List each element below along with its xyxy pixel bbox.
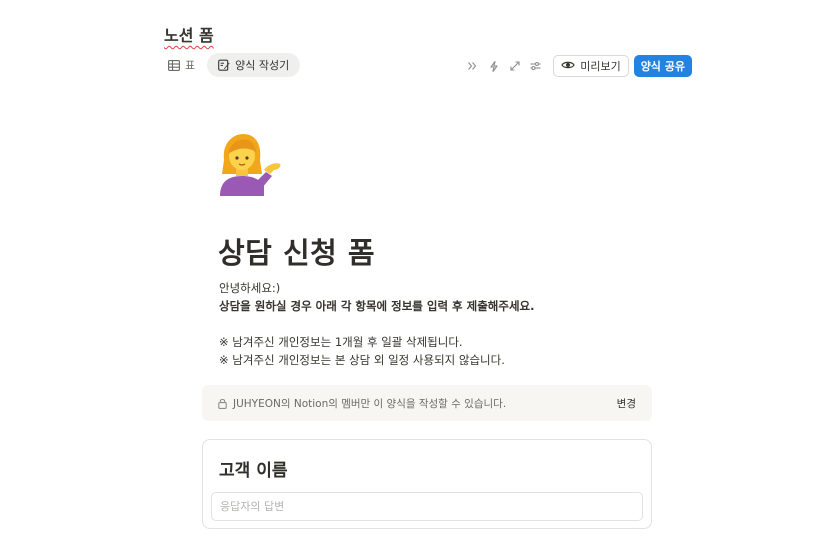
view-tabs: 표 양식 작성기 (162, 53, 301, 77)
form-title[interactable]: 상담 신청 폼 (218, 230, 375, 272)
share-form-button[interactable]: 양식 공유 (633, 55, 692, 77)
preview-button-label: 미리보기 (580, 60, 621, 73)
sliders-icon[interactable] (525, 55, 546, 77)
answer-input[interactable] (211, 492, 643, 521)
description-line: 상담을 원하실 경우 아래 각 항목에 정보를 입력 후 제출해주세요. (219, 299, 535, 313)
double-chevron-right-icon[interactable] (462, 55, 483, 77)
tab-form-builder-label: 양식 작성기 (235, 59, 290, 72)
lightning-icon[interactable] (483, 55, 504, 77)
page-title-text: 노션 폼 (164, 26, 214, 45)
page-title[interactable]: 노션 폼 (164, 22, 214, 46)
description-spacer (219, 315, 649, 333)
form-description[interactable]: 안녕하세요:) 상담을 원하실 경우 아래 각 항목에 정보를 입력 후 제출해… (219, 279, 649, 369)
toolbar-actions: 미리보기 양식 공유 (462, 55, 692, 77)
question-card[interactable]: 고객 이름 (202, 439, 652, 529)
description-line: 안녕하세요:) (219, 281, 281, 295)
lock-icon (218, 398, 227, 409)
description-line: ※ 남겨주신 개인정보는 본 상담 외 일정 사용되지 않습니다. (219, 353, 505, 367)
tab-form-builder[interactable]: 양식 작성기 (207, 53, 301, 77)
tab-table[interactable]: 표 (162, 53, 201, 77)
access-notice-text: JUHYEON의 Notion의 멤버만 이 양식을 작성할 수 있습니다. (233, 397, 507, 410)
question-title[interactable]: 고객 이름 (219, 456, 287, 481)
change-access-button[interactable]: 변경 (617, 396, 636, 411)
tab-table-label: 표 (185, 59, 196, 72)
eye-icon (561, 60, 575, 73)
share-form-button-label: 양식 공유 (640, 60, 685, 73)
expand-icon[interactable] (504, 55, 525, 77)
woman-tipping-hand-icon[interactable] (216, 130, 284, 198)
preview-button[interactable]: 미리보기 (553, 55, 629, 77)
access-notice: JUHYEON의 Notion의 멤버만 이 양식을 작성할 수 있습니다. 변… (202, 385, 652, 421)
table-icon (168, 59, 180, 71)
description-line: ※ 남겨주신 개인정보는 1개월 후 일괄 삭제됩니다. (219, 335, 463, 349)
form-edit-icon (218, 59, 230, 71)
